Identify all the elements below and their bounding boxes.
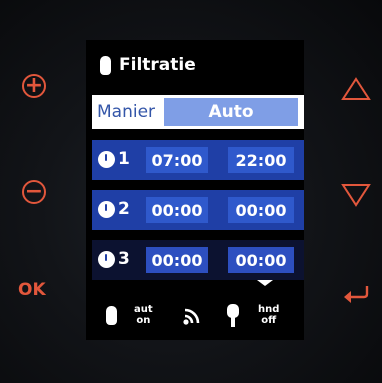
schedule-end-time[interactable]: 00:00 [228, 197, 294, 223]
scroll-down-indicator-icon [257, 280, 273, 286]
schedule-start-time[interactable]: 00:00 [146, 197, 208, 223]
clock-icon [98, 151, 115, 168]
mode-row[interactable]: Manier Auto [92, 95, 304, 129]
pump-status-icon [106, 306, 117, 325]
plus-icon: + [24, 73, 44, 98]
probe-icon [227, 304, 239, 327]
triangle-down-icon [341, 184, 371, 207]
schedule-row-1[interactable]: 1 07:00 22:00 [92, 140, 304, 180]
schedule-row-3[interactable]: 3 00:00 00:00 [92, 240, 304, 280]
schedule-slot-number: 2 [118, 199, 130, 219]
ok-button[interactable]: OK [18, 280, 46, 300]
clock-icon [98, 251, 115, 268]
auto-status: aut on [134, 304, 153, 326]
mode-value[interactable]: Auto [164, 98, 298, 126]
status-bar: aut on hnd off [86, 296, 304, 336]
hand-status-line1: hnd [258, 304, 280, 315]
auto-status-line1: aut [134, 304, 153, 315]
schedule-row-2[interactable]: 2 00:00 00:00 [92, 190, 304, 230]
auto-status-line2: on [136, 315, 151, 326]
triangle-up-icon [341, 77, 371, 100]
schedule-start-time[interactable]: 07:00 [146, 147, 208, 173]
schedule-end-time[interactable]: 22:00 [228, 147, 294, 173]
back-arrow-icon [344, 286, 369, 303]
down-button[interactable] [341, 182, 371, 208]
back-button[interactable] [341, 280, 371, 304]
screen-header: Filtratie [100, 52, 196, 78]
hand-status-line2: off [261, 315, 277, 326]
schedule-slot-number: 3 [118, 249, 130, 269]
wifi-icon [183, 308, 200, 325]
hand-status: hnd off [258, 304, 279, 326]
schedule-slot-number: 1 [118, 149, 130, 169]
display-screen: Filtratie Manier Auto 1 07:00 22:00 2 00… [86, 40, 304, 340]
mode-label: Manier [97, 102, 156, 122]
up-button[interactable] [341, 76, 371, 102]
device-bezel: + − OK Filtratie Manier Auto 1 07:00 22:… [0, 0, 382, 383]
page-title: Filtratie [119, 55, 196, 75]
schedule-end-time[interactable]: 00:00 [228, 247, 294, 273]
schedule-start-time[interactable]: 00:00 [146, 247, 208, 273]
plus-button[interactable]: + [22, 74, 46, 98]
minus-icon: − [24, 179, 44, 204]
pump-icon [100, 55, 111, 75]
minus-button[interactable]: − [22, 180, 46, 204]
clock-icon [98, 201, 115, 218]
ok-label: OK [18, 280, 46, 300]
